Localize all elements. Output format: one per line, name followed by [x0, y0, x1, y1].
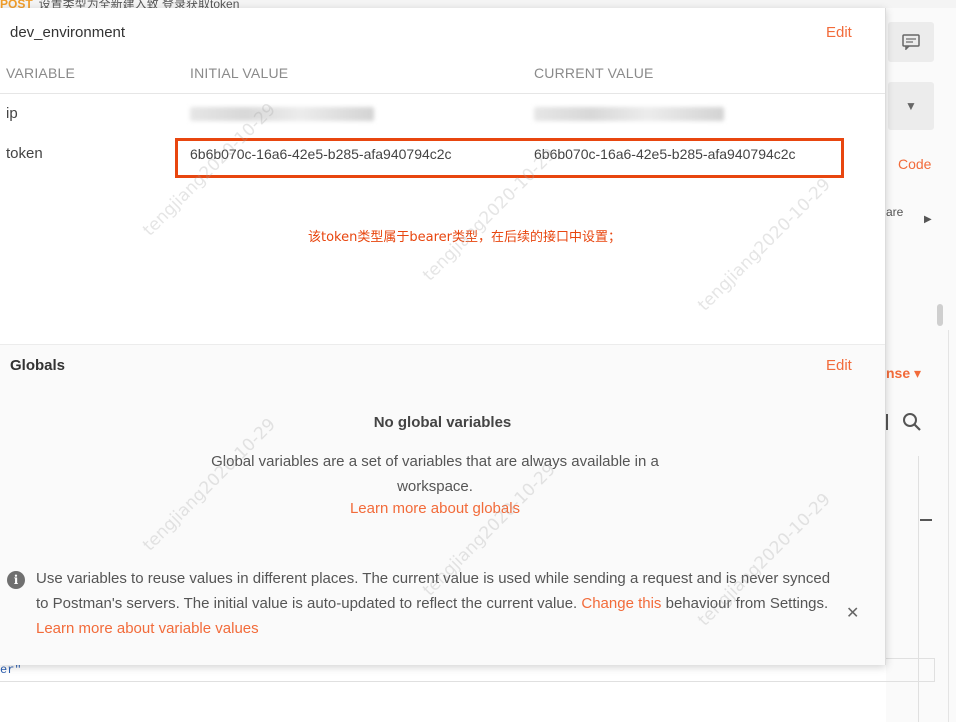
- environment-panel: dev_environment Edit VARIABLE INITIAL VA…: [0, 8, 886, 665]
- chevron-down-icon: ▼: [905, 99, 917, 113]
- chevron-right-icon[interactable]: ▶: [924, 214, 932, 225]
- variable-name-token: token: [6, 145, 43, 162]
- empty-globals-title: No global variables: [373, 414, 512, 431]
- change-behaviour-link[interactable]: Change this: [581, 595, 661, 612]
- scrollbar[interactable]: [937, 304, 943, 326]
- background-tick: [920, 519, 932, 521]
- background-text-fragment: are: [886, 205, 904, 219]
- background-code-fragment: er": [0, 663, 22, 677]
- globals-title: Globals: [10, 357, 66, 374]
- column-current-value: CURRENT VALUE: [534, 65, 654, 81]
- info-icon: i: [7, 571, 25, 589]
- environment-dropdown[interactable]: ▼: [888, 82, 934, 130]
- search-icon[interactable]: [902, 412, 922, 437]
- edit-environment-link[interactable]: Edit: [826, 24, 852, 41]
- background-response-pane: [918, 456, 937, 722]
- token-highlight-box: [175, 138, 844, 178]
- token-annotation: 该token类型属于bearer类型，在后续的接口中设置；: [308, 230, 621, 245]
- variable-name-ip: ip: [6, 105, 18, 122]
- learn-globals-link[interactable]: Learn more about globals: [0, 500, 870, 517]
- environment-name: dev_environment: [10, 24, 126, 41]
- edit-globals-link[interactable]: Edit: [826, 357, 852, 374]
- column-initial-value: INITIAL VALUE: [190, 65, 289, 81]
- column-variable: VARIABLE: [6, 65, 76, 81]
- info-text-part2: behaviour from Settings.: [661, 595, 829, 612]
- globals-section: Globals Edit No global variables Global …: [0, 345, 885, 665]
- code-link[interactable]: Code: [898, 156, 931, 172]
- close-icon[interactable]: ✕: [846, 603, 859, 623]
- background-divider: [948, 330, 949, 722]
- ip-current-value-redacted: [534, 107, 724, 121]
- response-menu[interactable]: nse ▾: [886, 365, 921, 382]
- info-message: Use variables to reuse values in differe…: [36, 566, 836, 641]
- comment-icon: [902, 34, 920, 50]
- comments-button[interactable]: [888, 22, 934, 62]
- header-divider: [0, 93, 885, 94]
- empty-globals-description: Global variables are a set of variables …: [211, 453, 659, 495]
- ip-initial-value-redacted: [190, 107, 374, 121]
- learn-variable-values-link[interactable]: Learn more about variable values: [36, 620, 259, 637]
